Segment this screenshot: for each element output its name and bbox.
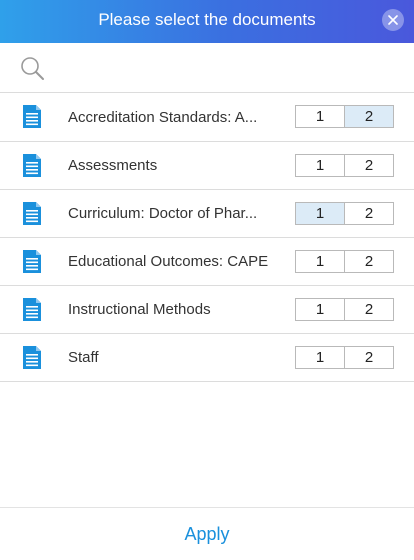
- document-row[interactable]: Educational Outcomes: CAPE 1 2: [0, 238, 414, 286]
- document-name-text: Staff: [68, 349, 99, 366]
- dialog-title: Please select the documents: [98, 10, 316, 29]
- version-button-1[interactable]: 1: [296, 155, 344, 176]
- version-selector: 12: [295, 346, 394, 369]
- document-row[interactable]: Assessments 1 2: [0, 142, 414, 190]
- version-button-1[interactable]: 1: [296, 203, 344, 224]
- close-icon: [388, 15, 398, 25]
- document-name: Staff: [68, 334, 278, 381]
- version-button-2[interactable]: 2: [344, 203, 393, 224]
- dialog-header: Please select the documents: [0, 0, 414, 43]
- document-name-text: Educational Outcomes: CAPE: [68, 253, 269, 270]
- document-name-text: Instructional Methods: [68, 301, 211, 318]
- document-row[interactable]: Staff 1 2: [0, 334, 414, 382]
- search-bar: [0, 43, 414, 93]
- apply-button[interactable]: Apply: [0, 508, 414, 555]
- version-selector: 12: [295, 105, 394, 128]
- document-row[interactable]: Accreditation Standards: A... 1 2: [0, 93, 414, 142]
- document-icon: [23, 250, 41, 273]
- version-button-2[interactable]: 2: [344, 155, 393, 176]
- version-selector: 12: [295, 154, 394, 177]
- document-row[interactable]: Curriculum: Doctor of Phar... 1 2: [0, 190, 414, 238]
- document-name-text: Assessments: [68, 157, 158, 174]
- document-name: Instructional Methods: [68, 286, 278, 333]
- version-button-1[interactable]: 1: [296, 106, 344, 127]
- document-list: Accreditation Standards: A... 1 2 Assessmen…: [0, 93, 414, 382]
- search-input[interactable]: [52, 53, 396, 85]
- version-selector: 12: [295, 250, 394, 273]
- document-name: Accreditation Standards: A...: [68, 93, 278, 141]
- document-name: Curriculum: Doctor of Phar...: [68, 190, 278, 237]
- version-selector: 12: [295, 202, 394, 225]
- document-name: Educational Outcomes: CAPE: [68, 238, 278, 285]
- version-selector: 12: [295, 298, 394, 321]
- document-row[interactable]: Instructional Methods 1 2: [0, 286, 414, 334]
- document-name-text: Curriculum: Doctor of Phar...: [68, 205, 258, 222]
- version-button-2[interactable]: 2: [344, 347, 393, 368]
- document-icon: [23, 154, 41, 177]
- document-icon: [23, 346, 41, 369]
- version-button-2[interactable]: 2: [344, 299, 393, 320]
- version-button-2[interactable]: 2: [344, 251, 393, 272]
- document-icon: [23, 298, 41, 321]
- close-button[interactable]: [382, 9, 404, 31]
- version-button-1[interactable]: 1: [296, 251, 344, 272]
- dialog-footer: Apply: [0, 507, 414, 554]
- search-icon: [21, 57, 44, 80]
- version-button-2[interactable]: 2: [344, 106, 393, 127]
- document-icon: [23, 105, 41, 128]
- version-button-1[interactable]: 1: [296, 347, 344, 368]
- document-name: Assessments: [68, 142, 278, 189]
- document-icon: [23, 202, 41, 225]
- document-name-text: Accreditation Standards: A...: [68, 108, 258, 126]
- version-button-1[interactable]: 1: [296, 299, 344, 320]
